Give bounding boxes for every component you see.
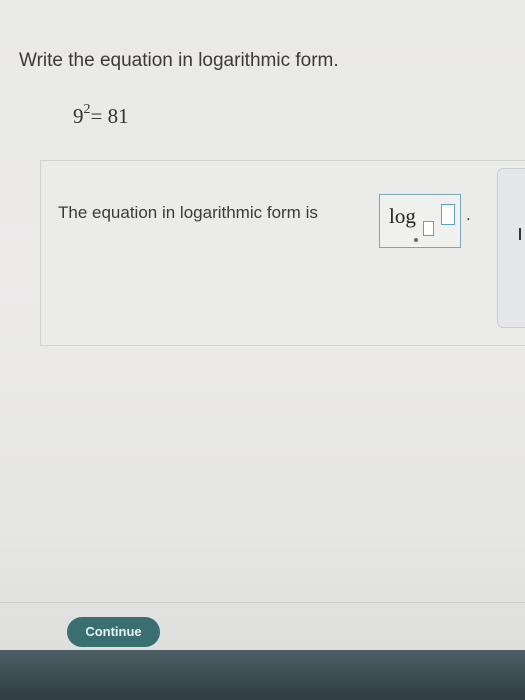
- log-text: log: [389, 204, 416, 228]
- equation-exponent: 2: [83, 102, 91, 117]
- equation-rhs: = 81: [90, 104, 129, 128]
- answer-panel: [40, 160, 525, 346]
- footer-bar: [0, 650, 525, 700]
- sentence-period: .: [466, 205, 471, 224]
- continue-button[interactable]: Continue: [67, 617, 160, 647]
- answer-label: The equation in logarithmic form is: [58, 203, 318, 222]
- footer-divider: [0, 602, 525, 603]
- side-panel-handle-icon: [519, 228, 521, 240]
- cursor-indicator: [414, 238, 418, 242]
- log-base-input[interactable]: [423, 221, 434, 236]
- question-prompt: Write the equation in logarithmic form.: [19, 50, 339, 71]
- given-equation: 92= 81: [73, 102, 129, 129]
- equation-base: 9: [73, 104, 84, 128]
- log-argument-input[interactable]: [441, 204, 455, 225]
- side-tools-panel[interactable]: [497, 168, 525, 328]
